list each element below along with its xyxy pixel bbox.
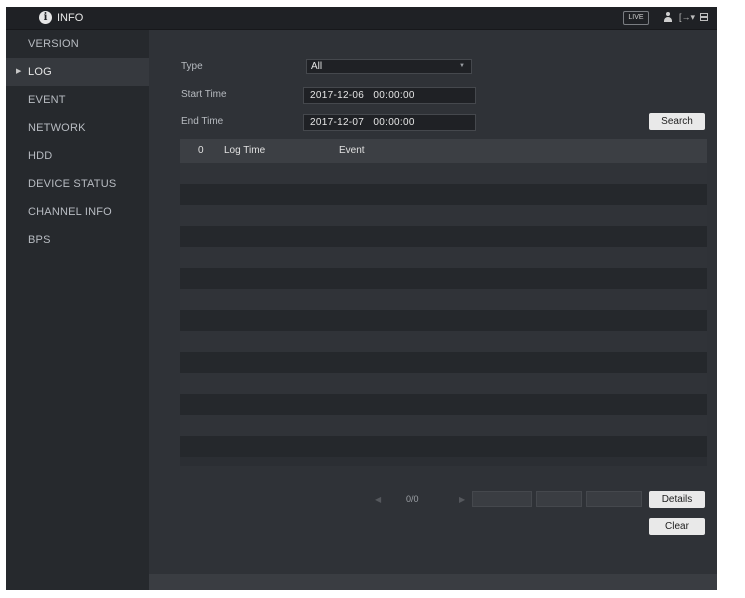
user-icon[interactable]: [663, 12, 673, 23]
log-table: 0 Log Time Event: [180, 139, 707, 466]
sidebar-item-label: NETWORK: [28, 122, 86, 134]
table-row[interactable]: [180, 436, 707, 457]
live-button[interactable]: LIVE: [623, 11, 649, 25]
sidebar-item-bps[interactable]: BPS: [6, 226, 149, 254]
sidebar: VERSION ▶ LOG EVENT NETWORK HDD DEVICE S…: [6, 30, 149, 590]
window-title: INFO: [57, 12, 84, 24]
sidebar-item-event[interactable]: EVENT: [6, 86, 149, 114]
status-bar: [149, 574, 717, 590]
title-bar: i INFO LIVE [→▾: [6, 7, 717, 30]
table-row[interactable]: [180, 184, 707, 205]
sidebar-item-channel-info[interactable]: CHANNEL INFO: [6, 198, 149, 226]
sidebar-item-label: CHANNEL INFO: [28, 206, 112, 218]
page-jump-input[interactable]: [472, 491, 532, 507]
search-button[interactable]: Search: [649, 113, 705, 130]
sidebar-item-label: HDD: [28, 150, 53, 162]
sidebar-item-hdd[interactable]: HDD: [6, 142, 149, 170]
sidebar-item-log[interactable]: ▶ LOG: [6, 58, 149, 86]
sidebar-item-label: LOG: [28, 66, 52, 78]
type-select[interactable]: All ▼: [306, 59, 472, 74]
info-icon: i: [39, 11, 52, 24]
log-panel: Type All ▼ Start Time 2017-12-06 00:00:0…: [149, 30, 717, 574]
next-page-icon[interactable]: ▶: [459, 494, 465, 506]
sidebar-item-label: EVENT: [28, 94, 66, 106]
sidebar-item-label: BPS: [28, 234, 51, 246]
page-info: 0/0: [406, 494, 419, 504]
column-header-index: 0: [198, 145, 204, 156]
start-time-label: Start Time: [181, 89, 227, 100]
sidebar-item-label: DEVICE STATUS: [28, 178, 117, 190]
table-row[interactable]: [180, 394, 707, 415]
sidebar-item-version[interactable]: VERSION: [6, 30, 149, 58]
table-row[interactable]: [180, 373, 707, 394]
dropdown-caret-icon: ▼: [459, 63, 465, 69]
table-row[interactable]: [180, 415, 707, 436]
page-size-select[interactable]: [586, 491, 642, 507]
type-value: All: [311, 61, 323, 72]
sidebar-item-device-status[interactable]: DEVICE STATUS: [6, 170, 149, 198]
sidebar-item-network[interactable]: NETWORK: [6, 114, 149, 142]
table-row[interactable]: [180, 331, 707, 352]
table-row[interactable]: [180, 205, 707, 226]
end-time-label: End Time: [181, 116, 224, 127]
table-row[interactable]: [180, 226, 707, 247]
end-time-input[interactable]: 2017-12-07 00:00:00: [303, 114, 476, 131]
previous-page-icon[interactable]: ◀: [375, 494, 381, 506]
details-button[interactable]: Details: [649, 491, 705, 508]
table-row[interactable]: [180, 247, 707, 268]
table-row[interactable]: [180, 163, 707, 184]
type-label: Type: [181, 61, 203, 72]
table-row[interactable]: [180, 310, 707, 331]
column-header-event: Event: [339, 145, 365, 156]
sidebar-item-label: VERSION: [28, 38, 79, 50]
table-row[interactable]: [180, 289, 707, 310]
chevron-right-icon: ▶: [16, 68, 22, 75]
table-row[interactable]: [180, 268, 707, 289]
start-time-input[interactable]: 2017-12-06 00:00:00: [303, 87, 476, 104]
column-header-log-time: Log Time: [224, 145, 266, 156]
clear-button[interactable]: Clear: [649, 518, 705, 535]
table-row[interactable]: [180, 352, 707, 373]
table-header: 0 Log Time Event: [180, 139, 707, 163]
grid-icon[interactable]: [700, 13, 708, 21]
app-window: i INFO LIVE [→▾ VERSION ▶ LOG EVENT NETW…: [6, 7, 717, 590]
exit-icon[interactable]: [→▾: [679, 11, 695, 24]
page-go-button[interactable]: [536, 491, 582, 507]
